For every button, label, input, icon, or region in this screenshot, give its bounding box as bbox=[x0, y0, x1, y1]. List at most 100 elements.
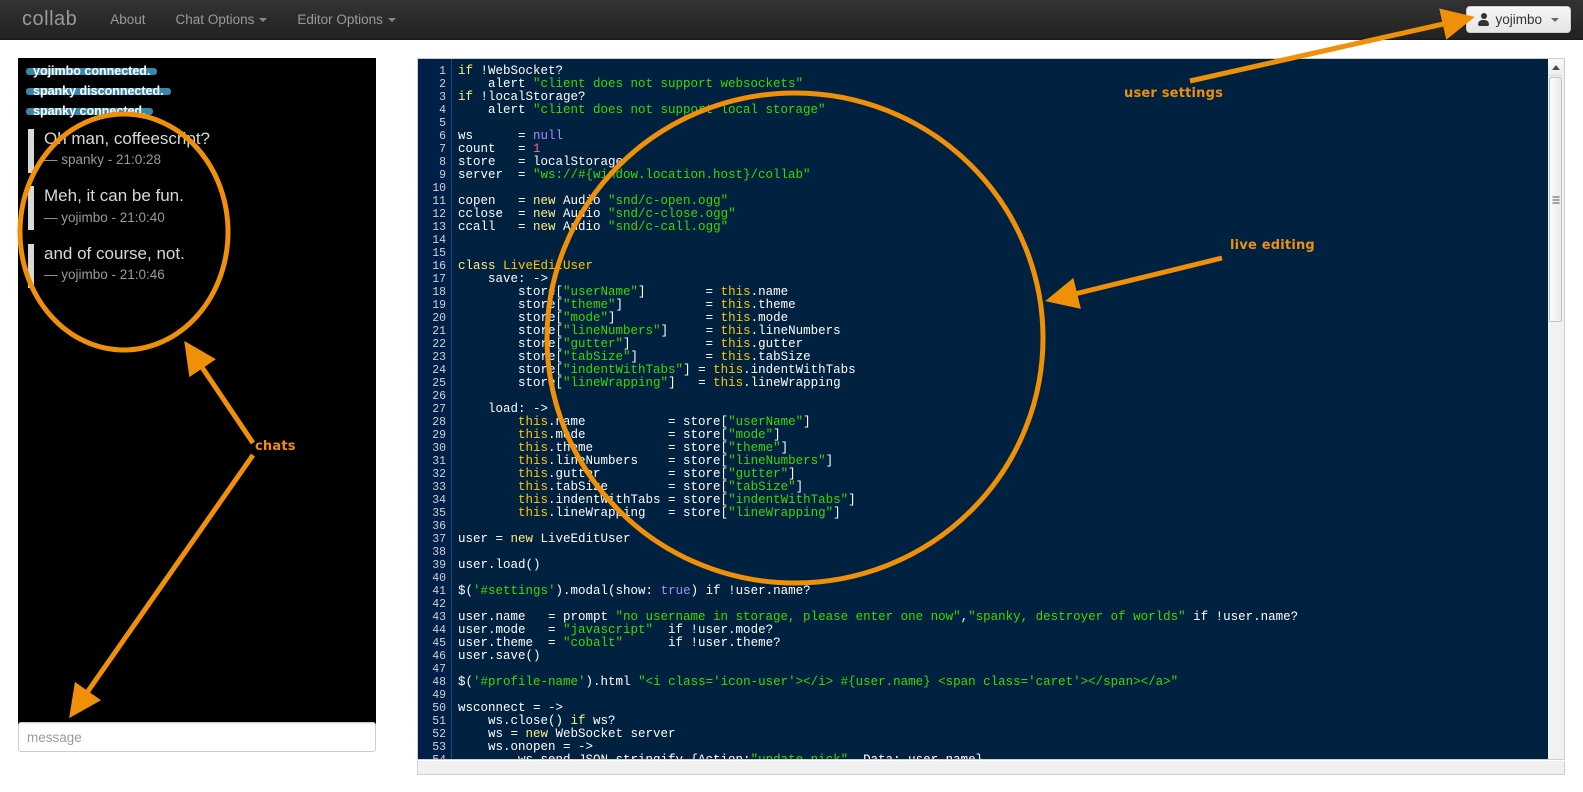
editor-vertical-scrollbar[interactable] bbox=[1548, 58, 1565, 760]
code-token: null bbox=[533, 129, 564, 143]
line-number: 14 bbox=[432, 234, 446, 247]
code-token: "no username in storage, please enter on… bbox=[615, 610, 961, 624]
line-number: 5 bbox=[439, 117, 446, 130]
chat-message-list[interactable]: yojimbo connected. spanky disconnected. sp… bbox=[18, 58, 376, 744]
user-icon bbox=[1478, 13, 1490, 26]
code-token: ws.close() bbox=[458, 714, 571, 728]
scroll-up-arrow-icon[interactable] bbox=[1548, 59, 1563, 76]
code-token: $( bbox=[458, 584, 474, 598]
code-token: this bbox=[720, 337, 751, 351]
code-token: this bbox=[720, 298, 751, 312]
chat-message: Oh man, coffeescript? — spanky - 21:0:28 bbox=[26, 128, 368, 174]
code-token: ] = bbox=[660, 324, 721, 338]
code-editor[interactable]: 1 2 3 4 5 6 7 8 9 10 11 12 13 14 15 16 17 18 19 20 21 22 23 24 2… bbox=[417, 58, 1565, 760]
code-token: "mode" bbox=[728, 428, 774, 442]
code-token: .lineNumbers = store[ bbox=[548, 454, 729, 468]
line-number: 48 bbox=[432, 676, 446, 689]
navbar-right: yojimbo bbox=[1466, 6, 1583, 33]
code-line: store["lineWrapping"] = this.lineWrappin… bbox=[458, 377, 1564, 390]
chat-message-input[interactable] bbox=[18, 722, 376, 752]
nav-item-editor-options[interactable]: Editor Options bbox=[282, 0, 411, 40]
code-token: , Data: user.name} bbox=[848, 753, 984, 760]
code-token: "indentWithTabs" bbox=[728, 493, 849, 507]
nav-item-about-label: About bbox=[110, 11, 146, 27]
code-token: 1 bbox=[533, 142, 541, 156]
code-line: server = "ws://#{window.location.host}/c… bbox=[458, 169, 1564, 182]
vertical-scrollbar-thumb[interactable] bbox=[1549, 77, 1562, 322]
code-token: "userName" bbox=[728, 415, 804, 429]
code-token: ] = bbox=[668, 376, 714, 390]
code-token: ccall = bbox=[458, 220, 534, 234]
code-token: store[ bbox=[458, 350, 564, 364]
code-token: this bbox=[518, 506, 549, 520]
code-token: ws? bbox=[585, 714, 616, 728]
editor-horizontal-scrollbar[interactable] bbox=[417, 761, 1565, 775]
editor-code-area[interactable]: if !WebSocket? alert "client does not su… bbox=[458, 59, 1564, 760]
line-number: 36 bbox=[432, 520, 446, 533]
code-token: "snd/c-open.ogg" bbox=[608, 194, 729, 208]
code-line: ws = null bbox=[458, 130, 1564, 143]
line-number: 11 bbox=[432, 195, 446, 208]
code-token: if bbox=[458, 64, 481, 78]
line-number: 33 bbox=[432, 481, 446, 494]
code-token: "theme" bbox=[563, 298, 616, 312]
line-number: 54 bbox=[418, 754, 446, 759]
nav-item-about[interactable]: About bbox=[95, 0, 160, 40]
line-number: 17 bbox=[432, 273, 446, 286]
nav-item-chat-options[interactable]: Chat Options bbox=[161, 0, 283, 40]
code-token: "spanky, destroyer of worlds" bbox=[968, 610, 1186, 624]
system-message-row: spanky connected. bbox=[26, 105, 368, 128]
line-number: 24 bbox=[432, 364, 446, 377]
system-message-badge: yojimbo connected. bbox=[26, 65, 158, 77]
chat-message: Meh, it can be fun. — yojimbo - 21:0:40 bbox=[26, 185, 368, 231]
code-token: store[ bbox=[458, 363, 564, 377]
line-number: 43 bbox=[432, 611, 446, 624]
line-number: 23 bbox=[432, 351, 446, 364]
code-token: server = bbox=[458, 168, 534, 182]
code-token: ws = bbox=[458, 129, 534, 143]
code-line: class LiveEditUser bbox=[458, 260, 1564, 273]
code-token: "theme" bbox=[728, 441, 781, 455]
code-token: this bbox=[518, 441, 549, 455]
code-token: class bbox=[458, 259, 504, 273]
line-number: 41 bbox=[432, 585, 446, 598]
code-token: .lineNumbers bbox=[750, 324, 841, 338]
code-token: "<i class='icon-user'></i> #{user.name} … bbox=[638, 675, 1179, 689]
brand-logo[interactable]: collab bbox=[0, 8, 95, 31]
code-token: .tabSize = store[ bbox=[548, 480, 729, 494]
line-number: 1 bbox=[439, 65, 446, 78]
line-number: 44 bbox=[432, 624, 446, 637]
code-token: .gutter = store[ bbox=[548, 467, 729, 481]
code-token: this bbox=[518, 428, 549, 442]
code-token: '#settings' bbox=[473, 584, 556, 598]
code-token: save: -> bbox=[458, 272, 549, 286]
code-token: ] bbox=[848, 493, 856, 507]
code-token: ).modal(show: bbox=[555, 584, 661, 598]
code-token: ] = bbox=[623, 337, 721, 351]
code-token: LiveEditUser bbox=[503, 259, 594, 273]
chat-message-meta: — spanky - 21:0:28 bbox=[44, 152, 162, 168]
code-line: alert "client does not support local sto… bbox=[458, 104, 1564, 117]
code-token: new bbox=[533, 194, 556, 208]
code-token: user = bbox=[458, 532, 511, 546]
user-settings-button[interactable]: yojimbo bbox=[1466, 6, 1571, 33]
line-number: 32 bbox=[432, 468, 446, 481]
code-token: count = bbox=[458, 142, 534, 156]
code-token: this bbox=[713, 376, 744, 390]
user-name-label: yojimbo bbox=[1495, 12, 1542, 27]
code-token: ] bbox=[833, 506, 841, 520]
code-token: this bbox=[518, 480, 549, 494]
code-token: ] bbox=[788, 467, 796, 481]
code-token: store[ bbox=[458, 285, 564, 299]
line-number: 47 bbox=[432, 663, 446, 676]
code-token: ).html bbox=[585, 675, 639, 689]
